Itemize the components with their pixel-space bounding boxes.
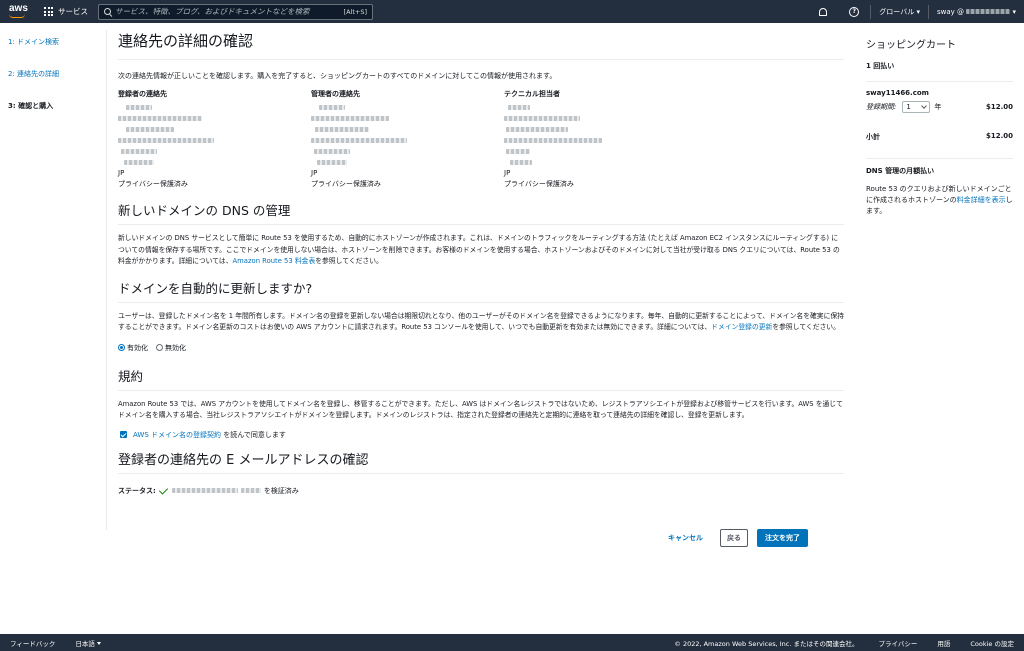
search-box[interactable]: [Alt+S]	[98, 3, 373, 20]
search-shortcut: [Alt+S]	[343, 7, 367, 16]
redacted-text	[506, 148, 530, 154]
search-icon	[104, 8, 111, 15]
language-selector[interactable]: 日本語	[55, 638, 101, 648]
redacted-text	[311, 137, 407, 143]
redacted-text	[121, 148, 157, 154]
redacted-text	[126, 104, 152, 110]
wizard-steps: 1: ドメイン検索 2: 連絡先の詳細 3: 確認と購入	[8, 36, 103, 132]
domain-price: $12.00	[985, 103, 1013, 111]
account-menu[interactable]: sway @ ▾	[929, 8, 1024, 16]
caret-down-icon	[96, 642, 101, 645]
dns-heading: 新しいドメインの DNS の管理	[118, 200, 844, 225]
domain-renewal-link[interactable]: ドメイン登録の更新	[711, 323, 772, 331]
complete-order-button[interactable]: 注文を完了	[757, 529, 808, 547]
steps-divider	[106, 30, 107, 530]
registration-period-row: 登録期間: 1 年 $12.00	[866, 101, 1013, 113]
redacted-text	[311, 115, 389, 121]
technical-contact: テクニカル担当者 JP プライバシー保護済み	[504, 89, 697, 190]
dns-section: 新しいドメインの DNS の管理 新しいドメインの DNS サービスとして簡単に…	[118, 200, 844, 268]
redacted-text	[126, 126, 174, 132]
registration-agreement-link[interactable]: AWS ドメイン名の登録契約	[133, 431, 221, 439]
contacts-section: 登録者の連絡先 JP プライバシー保護済み 管理者の連絡先 JP プライバシー保…	[118, 89, 844, 190]
feedback-link[interactable]: フィードバック	[0, 638, 55, 648]
cart-title: ショッピングカート	[866, 40, 956, 51]
redacted-text	[504, 115, 580, 121]
form-actions: キャンセル 戻る 注文を完了	[660, 529, 808, 547]
redacted-account	[966, 9, 1011, 14]
aws-smile-icon	[9, 14, 25, 18]
chevron-down-icon	[921, 103, 928, 109]
email-verification-section: 登録者の連絡先の E メールアドレスの確認 ステータス: を検証済み	[118, 449, 844, 496]
auto-renew-description: ユーザーは、登録したドメイン名を 1 年間所有します。ドメイン名の登録を更新しな…	[118, 311, 844, 332]
search-input[interactable]	[115, 7, 340, 16]
email-heading: 登録者の連絡先の E メールアドレスの確認	[118, 449, 844, 474]
auto-renew-section: ドメインを自動的に更新しますか? ユーザーは、登録したドメイン名を 1 年間所有…	[118, 278, 844, 353]
cart-domain: sway11466.com	[866, 89, 929, 97]
cookie-settings-link[interactable]: Cookie の設定	[960, 638, 1024, 648]
footer: フィードバック 日本語 © 2022, Amazon Web Services,…	[0, 634, 1024, 651]
auto-renew-heading: ドメインを自動的に更新しますか?	[118, 278, 844, 303]
dns-monthly-text: Route 53 のクエリおよび新しいドメインごとに作成されるホストゾーンの料金…	[866, 185, 1013, 215]
services-menu[interactable]: サービス	[44, 6, 88, 17]
redacted-email	[240, 488, 261, 493]
terms-link[interactable]: 用語	[927, 638, 960, 648]
dns-description: 新しいドメインの DNS サービスとして簡単に Route 53 を使用するため…	[118, 234, 840, 265]
subtotal-price: $12.00	[985, 132, 1013, 140]
cancel-button[interactable]: キャンセル	[660, 529, 711, 547]
redacted-text	[118, 137, 214, 143]
pricing-details-link[interactable]: 料金詳細を表示	[957, 196, 1006, 204]
auto-renew-options: 有効化 無効化	[118, 343, 844, 353]
terms-heading: 規約	[118, 366, 844, 391]
top-nav: aws サービス [Alt+S] ? グローバル ▾ sway @ ▾	[0, 0, 1024, 23]
services-grid-icon	[44, 7, 53, 16]
step-contact-details[interactable]: 2: 連絡先の詳細	[8, 68, 103, 100]
aws-logo[interactable]: aws	[0, 0, 40, 23]
copyright: © 2022, Amazon Web Services, Inc. またはその関…	[674, 639, 859, 648]
redacted-text	[314, 148, 350, 154]
region-selector[interactable]: グローバル ▾	[871, 7, 928, 17]
redacted-text	[510, 159, 532, 165]
registration-period-select[interactable]: 1	[902, 101, 931, 113]
step-review-purchase: 3: 確認と購入	[8, 102, 54, 110]
notifications-bell-icon[interactable]	[819, 7, 828, 16]
main-content: 連絡先の詳細の確認 次の連絡先情報が正しいことを確認します。購入を完了すると、シ…	[118, 30, 844, 496]
email-status: ステータス: を検証済み	[118, 484, 299, 495]
help-icon[interactable]: ?	[849, 6, 860, 17]
intro-text: 次の連絡先情報が正しいことを確認します。購入を完了すると、ショッピングカートのす…	[118, 72, 557, 80]
auto-renew-enable-radio[interactable]: 有効化	[118, 343, 148, 353]
route53-pricing-link[interactable]: Amazon Route 53 料金表	[233, 257, 316, 265]
page-title: 連絡先の詳細の確認	[118, 32, 254, 50]
redacted-text	[508, 104, 530, 110]
back-button[interactable]: 戻る	[720, 529, 748, 547]
redacted-text	[315, 126, 369, 132]
admin-contact: 管理者の連絡先 JP プライバシー保護済み	[311, 89, 504, 190]
redacted-text	[506, 126, 568, 132]
registrant-contact: 登録者の連絡先 JP プライバシー保護済み	[118, 89, 311, 190]
redacted-text	[504, 137, 602, 143]
agree-checkbox[interactable]	[120, 431, 127, 438]
verified-check-icon	[158, 484, 168, 495]
terms-description: Amazon Route 53 では、AWS アカウントを使用してドメイン名を登…	[118, 399, 843, 420]
auto-renew-disable-radio[interactable]: 無効化	[156, 343, 186, 353]
terms-section: 規約 Amazon Route 53 では、AWS アカウントを使用してドメイン…	[118, 366, 844, 440]
redacted-text	[319, 104, 345, 110]
shopping-cart: ショッピングカート 1 回払い sway11466.com 登録期間: 1 年 …	[866, 36, 1013, 217]
payment-type: 1 回払い	[866, 62, 895, 70]
redacted-text	[124, 159, 154, 165]
subtotal-row: 小計 $12.00	[866, 132, 1013, 141]
redacted-text	[118, 115, 202, 121]
dns-monthly-title: DNS 管理の月額払い	[866, 167, 935, 175]
redacted-email	[171, 488, 238, 493]
step-domain-search[interactable]: 1: ドメイン検索	[8, 36, 103, 68]
redacted-text	[317, 159, 347, 165]
terms-agreement: AWS ドメイン名の登録契約 を読んで同意します	[118, 430, 844, 440]
privacy-link[interactable]: プライバシー	[868, 638, 927, 648]
